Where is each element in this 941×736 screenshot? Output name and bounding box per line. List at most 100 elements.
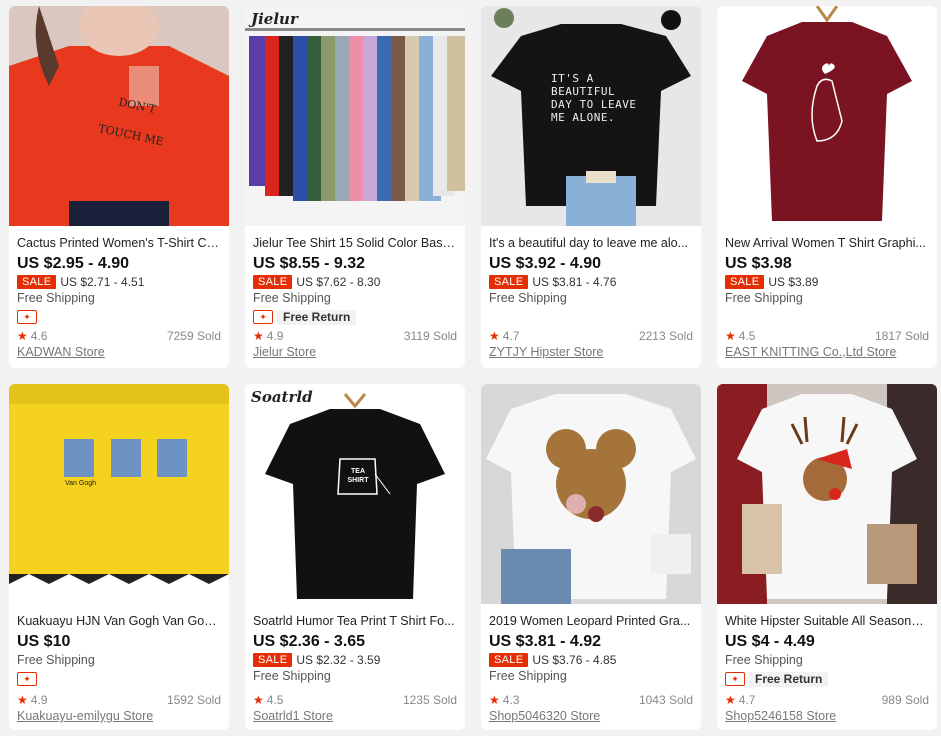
product-title[interactable]: New Arrival Women T Shirt Graphi... bbox=[725, 235, 929, 251]
product-image[interactable]: Soatrld TEA SHIRT bbox=[245, 384, 465, 604]
sold-count: 1235 Sold bbox=[402, 693, 457, 707]
product-price: US $3.98 bbox=[725, 255, 792, 272]
brand-tag: Jielur bbox=[251, 10, 298, 28]
product-info: Soatrld Humor Tea Print T Shirt Fo... US… bbox=[245, 604, 465, 730]
coupon-row: ✦ bbox=[17, 308, 221, 326]
sold-count: 7259 Sold bbox=[166, 329, 221, 343]
sold-count: 2213 Sold bbox=[638, 329, 693, 343]
coupon-icon[interactable]: ✦ bbox=[17, 310, 37, 324]
rating: ★ 4.9 bbox=[17, 693, 47, 707]
product-info: Jielur Tee Shirt 15 Solid Color Basic...… bbox=[245, 226, 465, 368]
product-card[interactable]: Soatrld TEA SHIRT Soatrld Humor Tea Prin… bbox=[245, 384, 465, 730]
product-card[interactable]: Jielur Jielur Tee Shirt 15 Solid Color B… bbox=[245, 6, 465, 368]
product-meta: ★ 4.5 1235 Sold bbox=[253, 693, 457, 707]
product-image[interactable]: IT'S A BEAUTIFUL DAY TO LEAVE ME ALONE. bbox=[481, 6, 701, 226]
print-text: Van Gogh bbox=[65, 480, 97, 487]
rating: ★ 4.9 bbox=[253, 329, 283, 343]
rating-value: 4.6 bbox=[30, 329, 48, 343]
print-text: IT'S A BEAUTIFUL DAY TO LEAVE ME ALONE. bbox=[551, 72, 637, 124]
free-return-badge: Free Return bbox=[277, 309, 357, 325]
store-link[interactable]: Shop5046320 Store bbox=[489, 709, 600, 723]
sold-count: 989 Sold bbox=[881, 693, 929, 707]
product-title[interactable]: Kuakuayu HJN Van Gogh Van Gogh... bbox=[17, 613, 221, 629]
product-price: US $2.95 - 4.90 bbox=[17, 255, 130, 272]
coupon-row: ✦ Free Return bbox=[253, 308, 457, 326]
rating: ★ 4.7 bbox=[489, 329, 519, 343]
product-card[interactable]: Van Gogh Kuakuayu HJN Van Gogh Van Gogh.… bbox=[9, 384, 229, 730]
shipping-label: Free Shipping bbox=[489, 669, 567, 683]
shipping-label: Free Shipping bbox=[253, 291, 331, 305]
rating: ★ 4.5 bbox=[253, 693, 283, 707]
sale-row: SALE US $3.89 bbox=[725, 274, 929, 290]
shipping-label: Free Shipping bbox=[489, 291, 567, 305]
product-image[interactable]: Van Gogh bbox=[9, 384, 229, 604]
sale-badge: SALE bbox=[253, 275, 293, 289]
store-link[interactable]: Soatrld1 Store bbox=[253, 709, 333, 723]
star-icon: ★ bbox=[17, 329, 28, 343]
sale-row: SALE US $7.62 - 8.30 bbox=[253, 274, 457, 290]
product-title[interactable]: 2019 Women Leopard Printed Gra... bbox=[489, 613, 693, 629]
product-price: US $2.36 - 3.65 bbox=[253, 633, 366, 650]
sold-count: 3119 Sold bbox=[403, 329, 457, 343]
product-card[interactable]: New Arrival Women T Shirt Graphi... US $… bbox=[717, 6, 937, 368]
sold-count: 1592 Sold bbox=[166, 693, 221, 707]
sale-badge: SALE bbox=[489, 653, 529, 667]
product-info: Cactus Printed Women's T-Shirt Co... US … bbox=[9, 226, 229, 368]
product-card[interactable]: IT'S A BEAUTIFUL DAY TO LEAVE ME ALONE. … bbox=[481, 6, 701, 368]
product-title[interactable]: Jielur Tee Shirt 15 Solid Color Basic... bbox=[253, 235, 457, 251]
coupon-icon[interactable]: ✦ bbox=[17, 672, 37, 686]
sale-row: SALE US $2.32 - 3.59 bbox=[253, 652, 457, 668]
product-info: 2019 Women Leopard Printed Gra... US $3.… bbox=[481, 604, 701, 730]
sale-price: US $2.71 - 4.51 bbox=[60, 275, 145, 289]
product-info: New Arrival Women T Shirt Graphi... US $… bbox=[717, 226, 937, 368]
rating: ★ 4.5 bbox=[725, 329, 755, 343]
product-card[interactable]: DON'T TOUCH ME Cactus Printed Women's T-… bbox=[9, 6, 229, 368]
product-info: It's a beautiful day to leave me alo... … bbox=[481, 226, 701, 368]
coupon-row: ✦ Free Return bbox=[725, 670, 929, 688]
product-price: US $3.92 - 4.90 bbox=[489, 255, 602, 272]
coupon-icon[interactable]: ✦ bbox=[253, 310, 273, 324]
product-card[interactable]: White Hipster Suitable All Seasons ... U… bbox=[717, 384, 937, 730]
product-title[interactable]: Cactus Printed Women's T-Shirt Co... bbox=[17, 235, 221, 251]
sale-row: SALE US $3.76 - 4.85 bbox=[489, 652, 693, 668]
shipping-label: Free Shipping bbox=[17, 653, 95, 667]
store-link[interactable]: KADWAN Store bbox=[17, 345, 105, 359]
store-link[interactable]: ZYTJY Hipster Store bbox=[489, 345, 603, 359]
product-title[interactable]: Soatrld Humor Tea Print T Shirt Fo... bbox=[253, 613, 457, 629]
star-icon: ★ bbox=[17, 693, 28, 707]
shipping-label: Free Shipping bbox=[725, 653, 803, 667]
coupon-icon[interactable]: ✦ bbox=[725, 672, 745, 686]
product-title[interactable]: White Hipster Suitable All Seasons ... bbox=[725, 613, 929, 629]
star-icon: ★ bbox=[489, 329, 500, 343]
store-link[interactable]: EAST KNITTING Co.,Ltd Store bbox=[725, 345, 896, 359]
shipping-label: Free Shipping bbox=[253, 669, 331, 683]
product-image[interactable]: DON'T TOUCH ME bbox=[9, 6, 229, 226]
sold-count: 1817 Sold bbox=[874, 329, 929, 343]
rating: ★ 4.3 bbox=[489, 693, 519, 707]
sale-price: US $7.62 - 8.30 bbox=[296, 275, 381, 289]
product-info: White Hipster Suitable All Seasons ... U… bbox=[717, 604, 937, 730]
product-image[interactable] bbox=[481, 384, 701, 604]
coupon-row: ✦ bbox=[17, 670, 221, 688]
free-return-badge: Free Return bbox=[749, 671, 829, 687]
store-link[interactable]: Kuakuayu-emilygu Store bbox=[17, 709, 153, 723]
store-link[interactable]: Jielur Store bbox=[253, 345, 316, 359]
product-meta: ★ 4.3 1043 Sold bbox=[489, 693, 693, 707]
sale-badge: SALE bbox=[725, 275, 765, 289]
product-grid: DON'T TOUCH ME Cactus Printed Women's T-… bbox=[0, 0, 941, 736]
product-card[interactable]: 2019 Women Leopard Printed Gra... US $3.… bbox=[481, 384, 701, 730]
sale-row: SALE US $3.81 - 4.76 bbox=[489, 274, 693, 290]
rating-value: 4.7 bbox=[738, 693, 756, 707]
star-icon: ★ bbox=[253, 693, 264, 707]
store-link[interactable]: Shop5246158 Store bbox=[725, 709, 836, 723]
brand-tag: Soatrld bbox=[251, 388, 313, 406]
product-image[interactable] bbox=[717, 6, 937, 226]
sale-badge: SALE bbox=[253, 653, 293, 667]
product-title[interactable]: It's a beautiful day to leave me alo... bbox=[489, 235, 693, 251]
sale-price: US $2.32 - 3.59 bbox=[296, 653, 381, 667]
product-price: US $8.55 - 9.32 bbox=[253, 255, 366, 272]
product-price: US $3.81 - 4.92 bbox=[489, 633, 602, 650]
star-icon: ★ bbox=[489, 693, 500, 707]
product-image[interactable]: Jielur bbox=[245, 6, 465, 226]
product-image[interactable] bbox=[717, 384, 937, 604]
